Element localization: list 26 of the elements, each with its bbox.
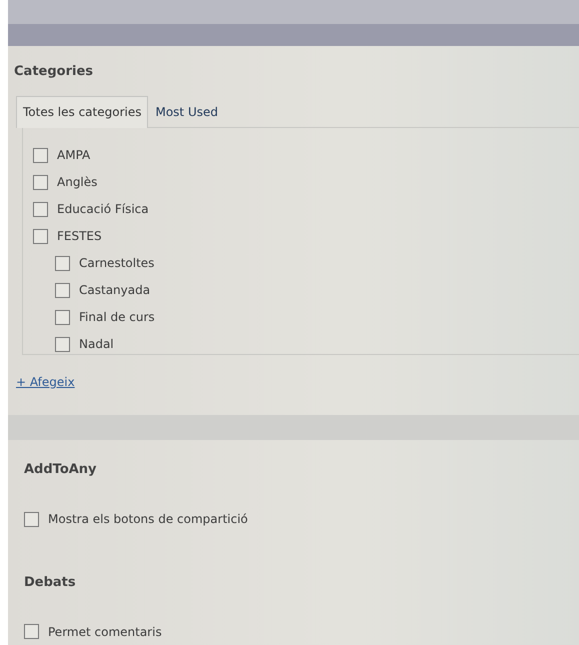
checkbox-label: Mostra els botons de compartició [48,511,248,528]
checkbox-label: Educació Física [57,201,149,218]
checkbox-label: Permet comentaris [48,624,162,640]
section-title: Debats [24,574,77,592]
checkbox[interactable] [24,624,39,639]
checkbox[interactable] [55,310,70,325]
checkbox-label: Nadal [79,336,114,354]
add-category-link[interactable]: + Afegeix [16,372,75,391]
checkbox[interactable] [33,228,48,244]
section-title: AddToAny [24,461,98,479]
checkbox-label: Carnestoltes [79,255,154,272]
checkbox-label: FESTES [57,228,102,246]
checkbox[interactable] [55,256,70,271]
checkbox[interactable] [24,512,39,526]
checkbox-label: Anglès [57,174,98,192]
tab[interactable]: Totes les categories [16,96,148,128]
checkbox[interactable] [33,202,48,217]
tab[interactable]: Most Used [148,96,225,127]
checkbox[interactable] [33,148,48,163]
checkbox[interactable] [55,282,70,298]
checkbox[interactable] [55,336,70,352]
checkbox[interactable] [33,174,48,190]
checkbox-label: Final de curs [79,309,155,326]
checkbox-label: Castanyada [79,282,150,300]
checkbox-label: AMPA [57,147,90,164]
section-title: Categories [14,63,94,82]
